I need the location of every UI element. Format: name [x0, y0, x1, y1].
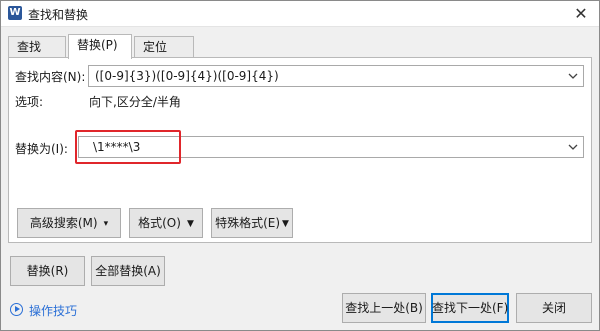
find-replace-dialog: W 查找和替换 ✕ 查找(D) 替换(P) 定位(G) 查找内容(N): ([0…: [0, 0, 600, 331]
dialog-title: 查找和替换: [28, 8, 89, 22]
replace-value: \1****\3: [93, 140, 141, 154]
tab-find[interactable]: 查找(D): [8, 36, 66, 74]
title-bar: W 查找和替换 ✕: [1, 1, 599, 27]
options-value: 向下,区分全/半角: [89, 95, 181, 109]
tab-goto[interactable]: 定位(G): [134, 36, 194, 74]
advanced-search-label: 高级搜索(M): [29, 216, 98, 230]
close-icon[interactable]: ✕: [571, 4, 591, 24]
format-button[interactable]: 格式(O) ▼: [129, 208, 203, 238]
replace-input[interactable]: \1****\3: [78, 136, 584, 158]
chevron-down-icon: ▼: [186, 219, 194, 229]
find-next-button[interactable]: 查找下一处(F): [431, 293, 509, 323]
tab-replace[interactable]: 替换(P): [68, 34, 132, 59]
find-label: 查找内容(N):: [15, 70, 86, 84]
advanced-search-button[interactable]: 高级搜索(M) ▾: [17, 208, 121, 238]
help-label: 操作技巧: [29, 304, 78, 318]
chevron-down-icon[interactable]: [568, 71, 578, 81]
find-value: ([0-9]{3})([0-9]{4})([0-9]{4}): [95, 69, 279, 83]
play-circle-icon: [10, 303, 23, 316]
options-label: 选项:: [15, 95, 44, 109]
wps-writer-icon: W: [8, 6, 22, 20]
close-button[interactable]: 关闭: [516, 293, 592, 323]
find-input[interactable]: ([0-9]{3})([0-9]{4})([0-9]{4}): [88, 65, 584, 87]
find-prev-button[interactable]: 查找上一处(B): [342, 293, 426, 323]
replace-all-button[interactable]: 全部替换(A): [91, 256, 165, 286]
special-format-label: 特殊格式(E): [215, 216, 281, 230]
replace-label: 替换为(I):: [15, 142, 68, 156]
format-label: 格式(O): [138, 216, 181, 230]
special-format-button[interactable]: 特殊格式(E) ▼: [211, 208, 293, 238]
chevron-down-icon: ▼: [282, 219, 289, 229]
chevron-down-icon[interactable]: [568, 142, 578, 152]
replace-button[interactable]: 替换(R): [10, 256, 85, 286]
chevron-double-down-icon: ▾: [103, 219, 109, 229]
